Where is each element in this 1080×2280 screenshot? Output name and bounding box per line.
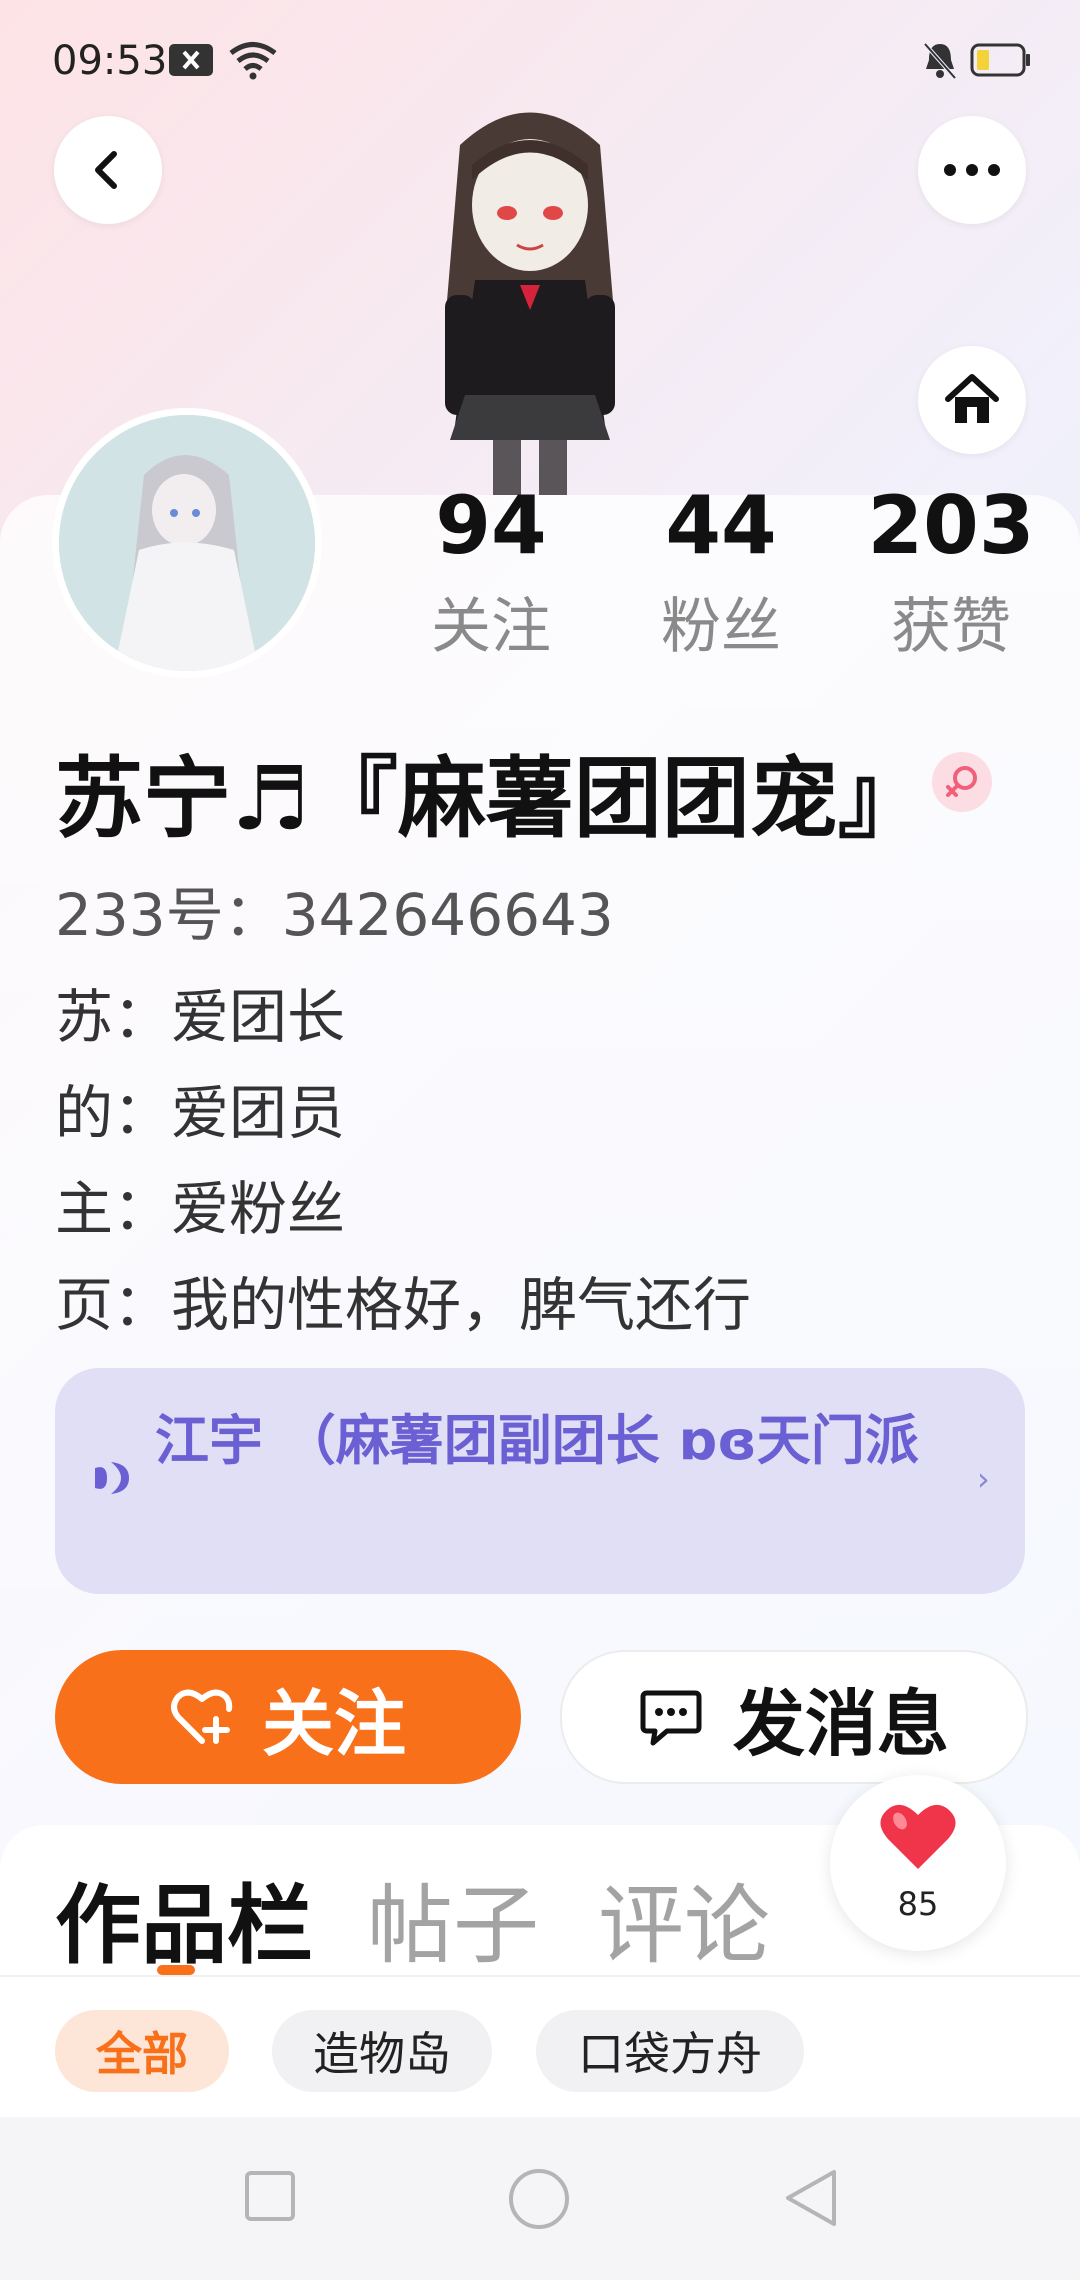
- stat-label: 获赞: [891, 592, 1011, 662]
- stat-likes[interactable]: 203 获赞: [851, 480, 1051, 665]
- notification-icon: [168, 40, 214, 80]
- battery-icon: [970, 40, 1032, 80]
- wifi-icon: [228, 40, 278, 80]
- recents-icon[interactable]: [244, 2170, 296, 2222]
- stat-value: 203: [867, 479, 1035, 572]
- message-label: 发消息: [732, 1681, 949, 1766]
- stat-followers[interactable]: 44 粉丝: [621, 480, 821, 665]
- announcement-text: 江宇 （麻薯团副团长 ɒɞ天门派: [155, 1409, 919, 1472]
- status-time: 09:53: [52, 38, 168, 84]
- heart-plus-icon: [170, 1689, 233, 1744]
- female-gender-icon: [932, 752, 992, 812]
- tab-works[interactable]: 作品栏: [55, 1855, 313, 1980]
- announcement-banner[interactable]: 江宇 （麻薯团副团长 ɒɞ天门派 ›: [55, 1368, 1025, 1594]
- message-button[interactable]: 发消息: [560, 1650, 1028, 1784]
- megaphone-icon: [95, 1462, 129, 1494]
- home-nav-icon[interactable]: [508, 2168, 570, 2230]
- bio-line: 苏：爱团长: [55, 983, 346, 1051]
- follow-button[interactable]: 关注: [55, 1650, 521, 1784]
- ellipsis-icon: [944, 164, 1000, 176]
- bio-line: 页：我的性格好，脾气还行: [55, 1271, 752, 1339]
- bio-line: 主：爱粉丝: [55, 1175, 346, 1243]
- home-icon: [945, 374, 999, 423]
- heart-icon: [880, 1804, 956, 1869]
- tab-comments[interactable]: 评论: [598, 1855, 770, 1980]
- like-button[interactable]: 85: [830, 1775, 1006, 1951]
- chevron-left-icon: [95, 151, 117, 189]
- user-id: 233号：342646643: [55, 881, 614, 949]
- home-button[interactable]: [918, 346, 1026, 454]
- stat-value: 94: [435, 479, 547, 572]
- stat-value: 44: [665, 479, 777, 572]
- bio-line: 的：爱团员: [55, 1079, 346, 1147]
- system-nav-bar: [0, 2118, 1080, 2280]
- filter-chip-creation-island[interactable]: 造物岛: [272, 2010, 492, 2092]
- tab-posts[interactable]: 帖子: [367, 1855, 539, 1980]
- chevron-right-icon: ›: [977, 1460, 990, 1498]
- chat-bubble-icon: [640, 1690, 702, 1746]
- tab-indicator: [157, 1965, 195, 1975]
- stat-label: 关注: [431, 592, 551, 662]
- profile-name: 苏宁♬『麻薯团团宠』: [55, 747, 926, 850]
- like-count: 85: [897, 1885, 939, 1923]
- back-button[interactable]: [54, 116, 162, 224]
- more-button[interactable]: [918, 116, 1026, 224]
- filter-row: 全部 造物岛 口袋方舟: [0, 1977, 1080, 2117]
- follow-label: 关注: [261, 1681, 406, 1766]
- filter-chip-pocket-ark[interactable]: 口袋方舟: [536, 2010, 804, 2092]
- character-figure-image: [445, 112, 615, 495]
- avatar-image: [59, 415, 315, 671]
- filter-chip-all[interactable]: 全部: [55, 2010, 229, 2092]
- stat-following[interactable]: 94 关注: [391, 480, 591, 665]
- back-nav-icon[interactable]: [784, 2168, 838, 2228]
- bell-muted-icon: [920, 40, 960, 80]
- stat-label: 粉丝: [661, 592, 781, 662]
- avatar[interactable]: [52, 408, 322, 678]
